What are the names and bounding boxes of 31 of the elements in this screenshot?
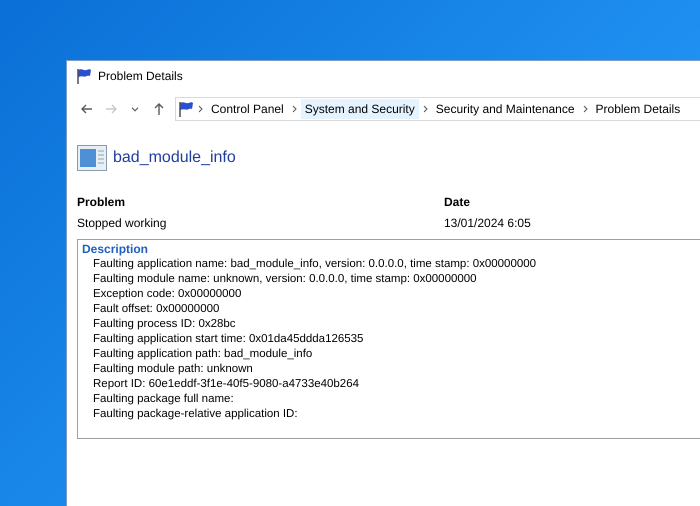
description-line: Faulting package-relative application ID: <box>92 407 299 422</box>
description-line: Fault offset: 0x00000000 <box>92 302 220 317</box>
column-header: Date <box>444 195 472 209</box>
description-line: Faulting application name: bad_module_info, version: 0.0.0.0, time stamp: 0x00000000 <box>92 257 538 272</box>
description-line: Faulting process ID: 0x28bc <box>92 317 237 332</box>
description-line: Faulting module path: unknown <box>92 362 254 377</box>
breadcrumb-item[interactable]: System and Security <box>300 99 419 119</box>
description-line: Report ID: 60e1eddf-3f1e-40f5-9080-a4733e40b264 <box>92 377 360 392</box>
address-bar[interactable]: Control Panel System and Security Security and Maintenance Problem Details <box>175 97 700 121</box>
chevron-icon <box>292 105 297 113</box>
report-title: bad_module_info <box>113 149 236 167</box>
description-line: Faulting module name: unknown, version: 0.0.0.0, time stamp: 0x00000000 <box>92 272 478 287</box>
description-line: Faulting package full name: <box>92 392 235 407</box>
column-header: Problem <box>77 195 126 209</box>
description-line: Faulting application start time: 0x01da45ddda126535 <box>92 332 364 347</box>
breadcrumb-item[interactable]: Control Panel <box>207 99 288 119</box>
chevron-icon <box>198 105 203 113</box>
chevron-down-icon <box>131 106 139 112</box>
description-line: Exception code: 0x00000000 <box>92 287 242 302</box>
chevron-icon <box>422 105 428 113</box>
breadcrumb-item[interactable]: Problem Details <box>592 99 684 119</box>
table-cell-text: 13/01/2024 6:05 <box>444 216 532 230</box>
flag-icon <box>178 101 194 117</box>
breadcrumb-item[interactable]: Security and Maintenance <box>432 99 579 119</box>
description-line: Faulting application path: bad_module_info <box>92 347 314 362</box>
chevron-icon <box>582 105 588 113</box>
window-title: Problem Details <box>98 69 183 83</box>
flag-icon <box>76 68 92 84</box>
application-window-icon <box>77 145 107 171</box>
description-title: Description <box>82 242 150 257</box>
table-cell-text: Stopped working <box>77 216 168 230</box>
